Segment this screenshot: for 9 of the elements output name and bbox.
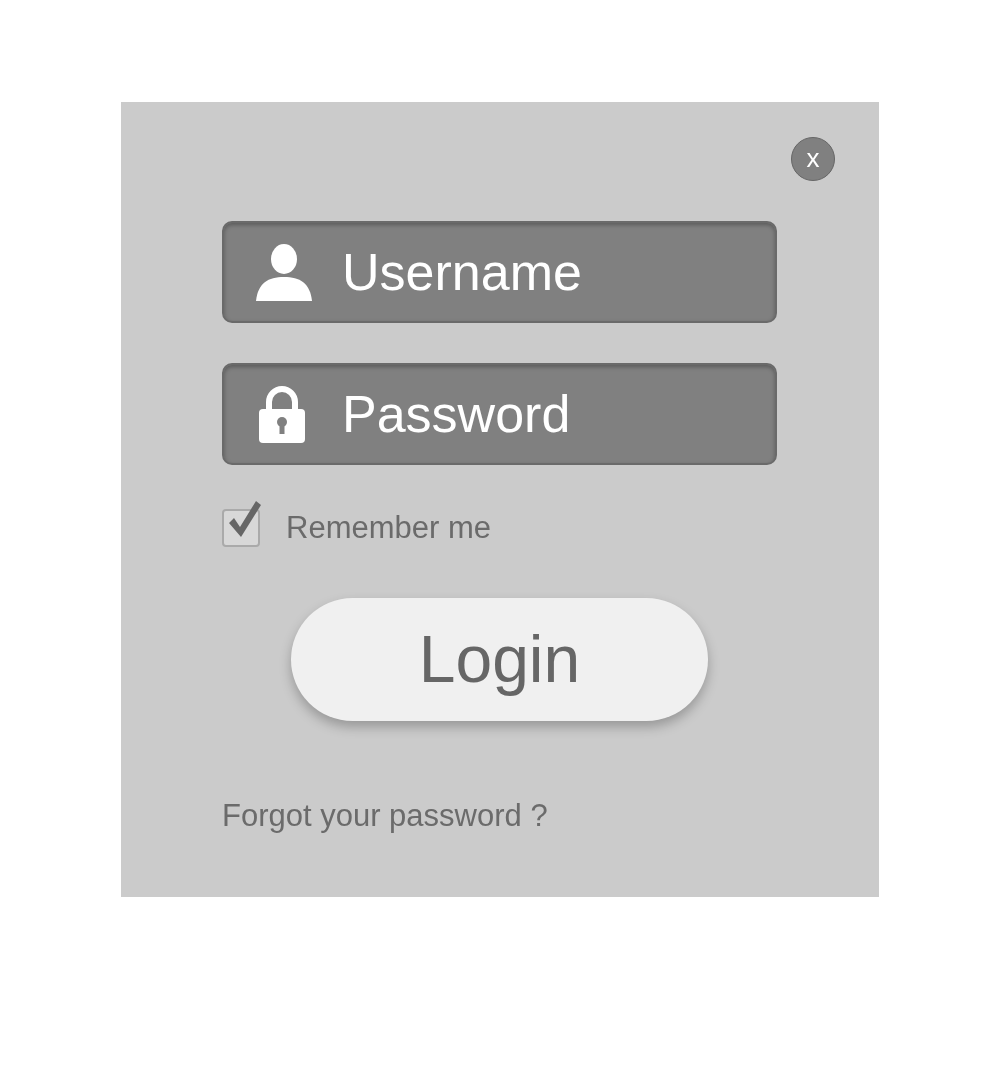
username-field[interactable]: Username bbox=[222, 221, 777, 323]
login-button[interactable]: Login bbox=[291, 597, 708, 721]
user-icon bbox=[254, 243, 314, 301]
padlock-icon bbox=[257, 385, 307, 443]
forgot-password-link[interactable]: Forgot your password ? bbox=[222, 792, 548, 839]
password-field[interactable]: Password bbox=[222, 363, 777, 465]
remember-checkbox[interactable] bbox=[222, 499, 264, 548]
remember-label: Remember me bbox=[286, 509, 491, 547]
close-button[interactable]: x bbox=[791, 137, 835, 181]
